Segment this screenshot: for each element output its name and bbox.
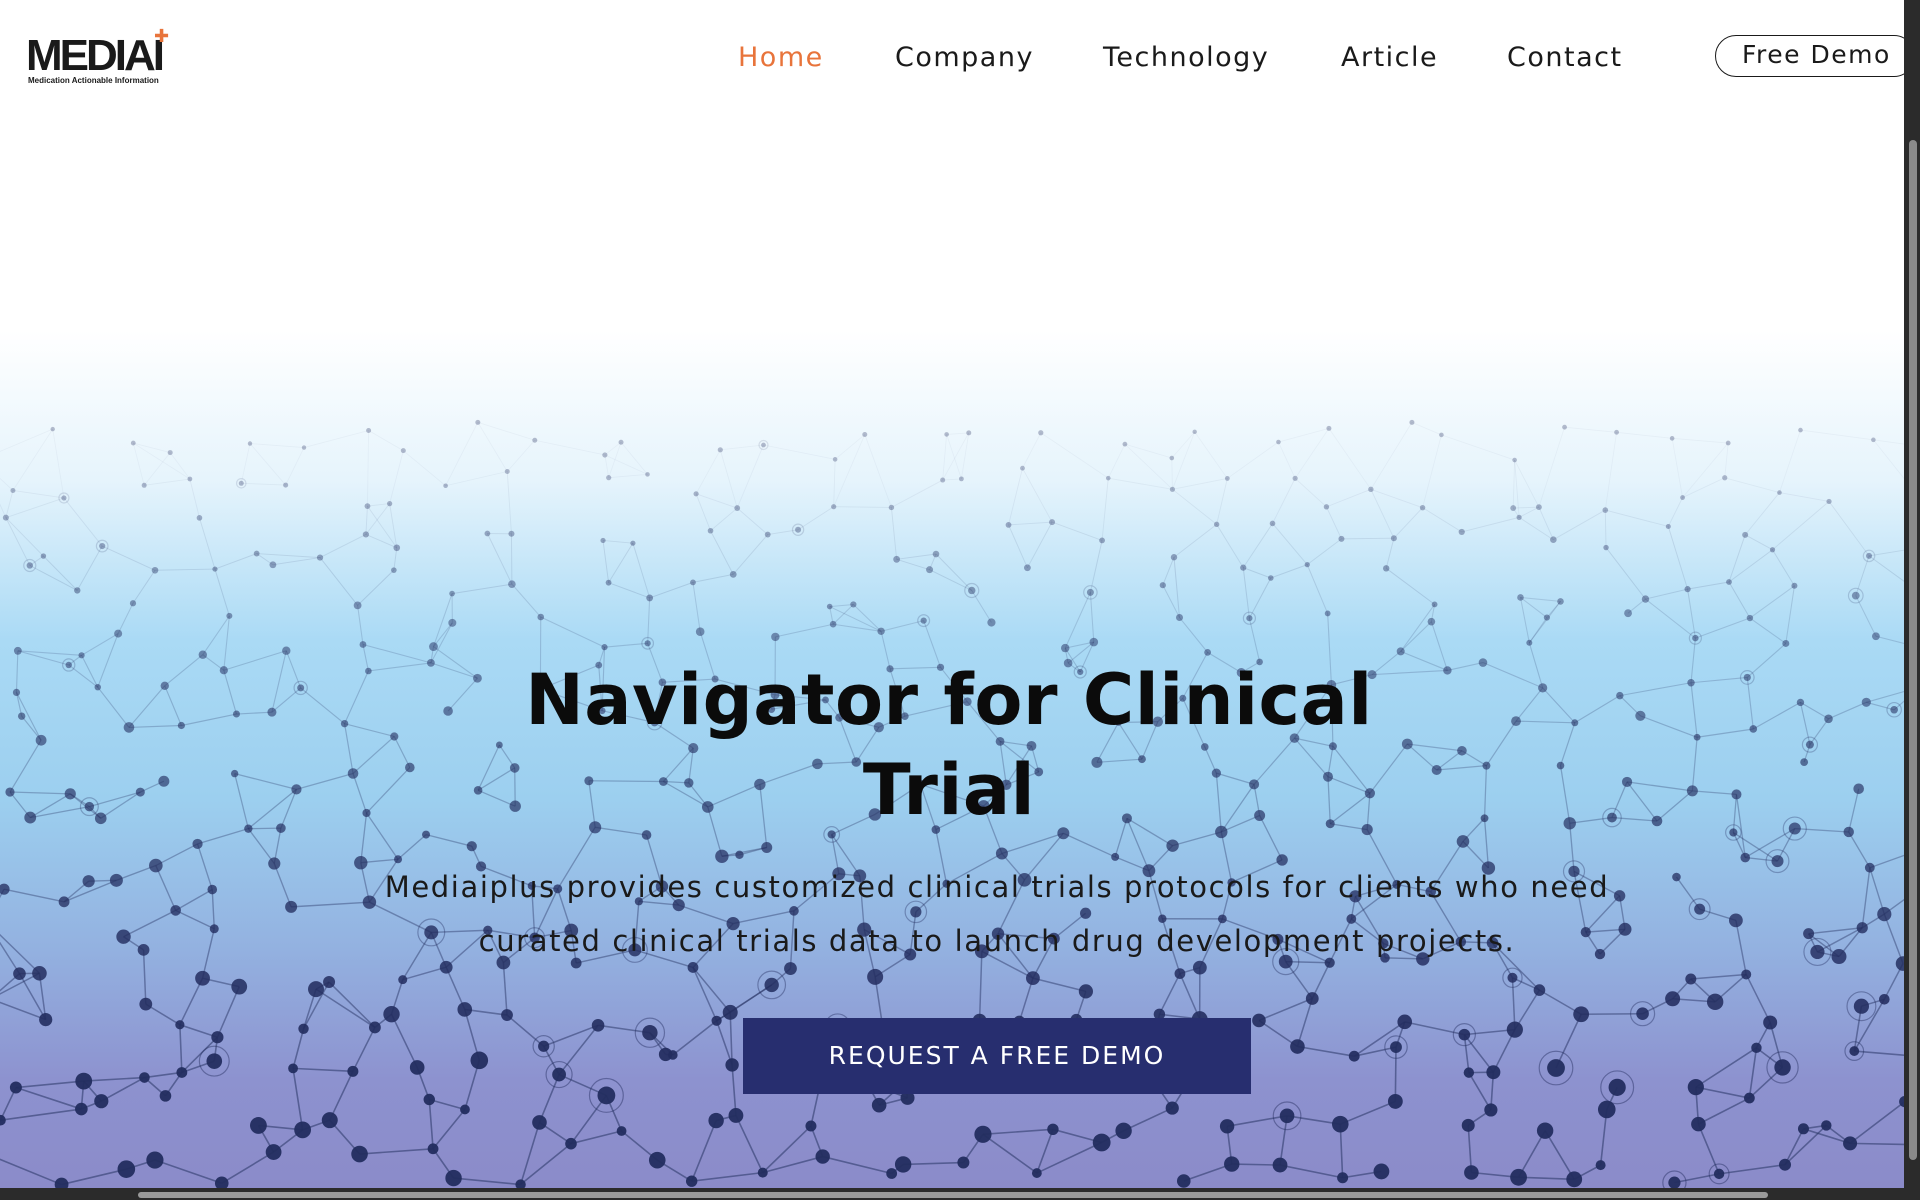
hero-title: Navigator for Clinical Trial	[0, 655, 1904, 835]
hero-title-text: Navigator for Clinical Trial	[525, 659, 1373, 831]
nav-item-contact[interactable]: Contact	[1507, 38, 1623, 78]
page-viewport: MEDIAI ✚ Medication Actionable Informati…	[0, 0, 1904, 1188]
logo[interactable]: MEDIAI ✚ Medication Actionable Informati…	[26, 26, 176, 90]
hero-subtitle-line-2: curated clinical trials data to launch d…	[478, 924, 1516, 958]
free-demo-button[interactable]: Free Demo	[1715, 35, 1904, 77]
network-background-graphic	[0, 419, 1904, 1188]
logo-tagline: Medication Actionable Information	[28, 76, 159, 85]
nav-item-article[interactable]: Article	[1341, 38, 1438, 78]
request-demo-button[interactable]: REQUEST A FREE DEMO	[743, 1018, 1251, 1094]
vertical-scrollbar-thumb[interactable]	[1909, 140, 1917, 1160]
site-header: MEDIAI ✚ Medication Actionable Informati…	[0, 0, 1904, 115]
logo-wordmark: MEDIAI	[26, 31, 165, 80]
hero-subtitle: Mediaiplus provides customized clinical …	[350, 860, 1644, 968]
cross-plus-icon: ✚	[154, 26, 170, 47]
horizontal-scrollbar-thumb[interactable]	[138, 1192, 1768, 1198]
nav-item-company[interactable]: Company	[895, 38, 1034, 78]
hero-subtitle-line-1: Mediaiplus provides customized clinical …	[384, 870, 1610, 904]
nav-item-technology[interactable]: Technology	[1103, 38, 1269, 78]
nav-item-home[interactable]: Home	[738, 38, 824, 78]
